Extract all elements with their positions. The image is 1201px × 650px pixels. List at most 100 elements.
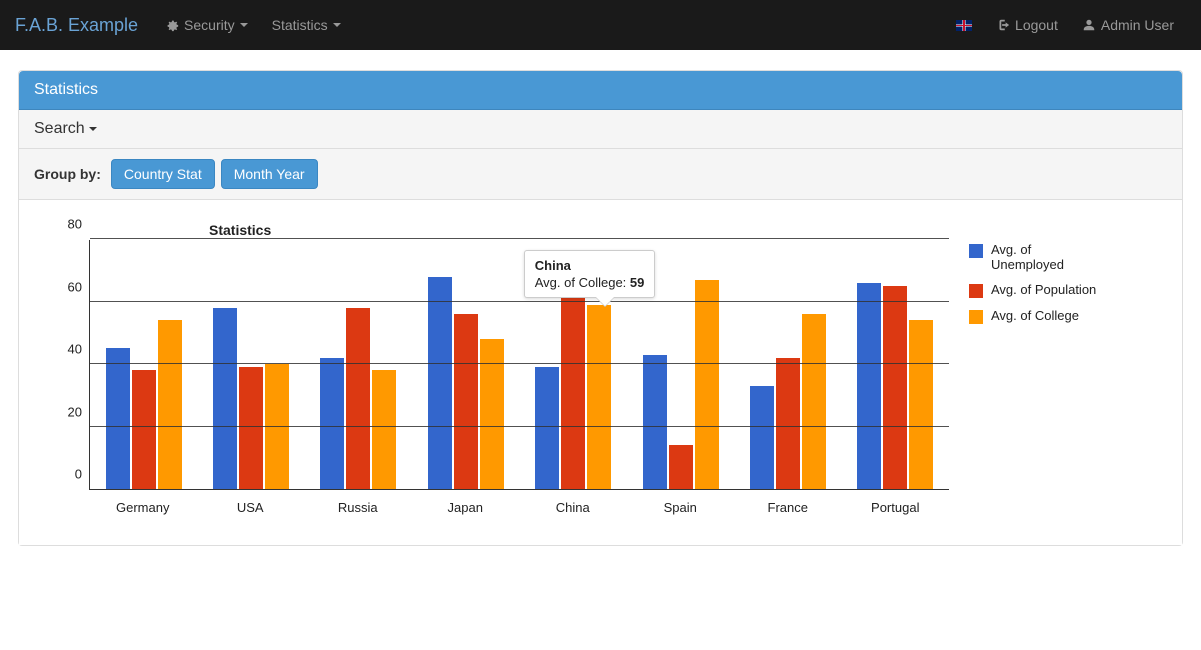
- chart-legend: Avg. of Unemployed Avg. of Population Avg.…: [969, 240, 1099, 334]
- chart-bar[interactable]: [480, 339, 504, 489]
- chart-bar[interactable]: [587, 305, 611, 489]
- legend-item[interactable]: Avg. of College: [969, 308, 1099, 324]
- tooltip-metric: Avg. of College:: [535, 275, 627, 290]
- chart-x-tick: Germany: [89, 490, 197, 515]
- search-label: Search: [34, 120, 85, 138]
- chart-bar[interactable]: [454, 314, 478, 489]
- chart-category: [305, 240, 412, 489]
- nav-logout-label: Logout: [1015, 17, 1058, 33]
- chart-category: [842, 240, 949, 489]
- navbar: F.A.B. Example Security Statistics Logou…: [0, 0, 1201, 50]
- chart-bar[interactable]: [643, 355, 667, 489]
- chart-bar[interactable]: [372, 370, 396, 489]
- chart-bar[interactable]: [857, 283, 881, 489]
- chart-bar[interactable]: [802, 314, 826, 489]
- chart-x-axis: GermanyUSARussiaJapanChinaSpainFrancePor…: [89, 490, 949, 515]
- chart-bar[interactable]: [265, 364, 289, 489]
- chart-x-tick: China: [519, 490, 627, 515]
- nav-left: Security Statistics: [153, 0, 353, 50]
- chart-gridline: [90, 363, 949, 364]
- brand-link[interactable]: F.A.B. Example: [15, 15, 153, 36]
- chart: Statistics 020406080 GermanyUSARussiaJap…: [49, 240, 1152, 515]
- legend-label: Avg. of Unemployed: [991, 242, 1099, 272]
- tooltip-line: Avg. of College: 59: [535, 275, 645, 290]
- chart-x-tick: Russia: [304, 490, 412, 515]
- gears-icon: [165, 18, 179, 32]
- chart-x-tick: Spain: [627, 490, 735, 515]
- nav-security[interactable]: Security: [153, 0, 260, 50]
- chart-title: Statistics: [209, 222, 271, 238]
- search-toggle[interactable]: Search: [19, 110, 1182, 149]
- legend-swatch: [969, 244, 983, 258]
- chart-bar[interactable]: [561, 292, 585, 489]
- chart-bar-group: [750, 314, 826, 489]
- chart-bar[interactable]: [239, 367, 263, 489]
- tooltip-value: 59: [630, 275, 644, 290]
- chart-category: [734, 240, 841, 489]
- groupby-label: Group by:: [34, 166, 101, 182]
- panel-heading: Statistics: [19, 71, 1182, 110]
- nav-statistics[interactable]: Statistics: [260, 0, 353, 50]
- logout-icon: [996, 18, 1010, 32]
- chart-bar-group: [320, 308, 396, 489]
- chart-bar-group: [643, 280, 719, 489]
- legend-swatch: [969, 310, 983, 324]
- chart-x-tick: Portugal: [842, 490, 950, 515]
- chart-x-tick: Japan: [412, 490, 520, 515]
- nav-right: Logout Admin User: [944, 0, 1186, 50]
- caret-icon: [333, 23, 341, 27]
- legend-label: Avg. of Population: [991, 282, 1096, 297]
- legend-swatch: [969, 284, 983, 298]
- chart-bar-group: [428, 277, 504, 490]
- chart-y-tick: 0: [56, 467, 90, 482]
- chart-gridline: [90, 301, 949, 302]
- chart-bar[interactable]: [428, 277, 452, 490]
- chart-tooltip: China Avg. of College: 59: [524, 250, 656, 298]
- chart-bar[interactable]: [909, 320, 933, 489]
- chart-bar-group: [106, 320, 182, 489]
- chart-category: [197, 240, 304, 489]
- chart-x-tick: USA: [197, 490, 305, 515]
- chart-bar[interactable]: [883, 286, 907, 489]
- nav-locale[interactable]: [944, 0, 984, 50]
- caret-icon: [89, 127, 97, 131]
- chart-category: [90, 240, 197, 489]
- tooltip-category: China: [535, 258, 645, 273]
- chart-bar[interactable]: [346, 308, 370, 489]
- chart-bar[interactable]: [669, 445, 693, 489]
- main-container: Statistics Search Group by: Country Stat…: [0, 50, 1201, 566]
- chart-area: 020406080 GermanyUSARussiaJapanChinaSpai…: [49, 240, 949, 515]
- chart-bar[interactable]: [535, 367, 559, 489]
- chart-categories: [90, 240, 949, 489]
- chart-category: [412, 240, 519, 489]
- chart-bar-group: [213, 308, 289, 489]
- nav-security-label: Security: [184, 17, 235, 33]
- chart-bar[interactable]: [106, 348, 130, 489]
- legend-item[interactable]: Avg. of Unemployed: [969, 242, 1099, 272]
- user-icon: [1082, 18, 1096, 32]
- chart-gridline: [90, 426, 949, 427]
- chart-y-tick: 20: [56, 404, 90, 419]
- statistics-panel: Statistics Search Group by: Country Stat…: [18, 70, 1183, 546]
- chart-bar[interactable]: [320, 358, 344, 489]
- chart-bar[interactable]: [158, 320, 182, 489]
- chart-x-tick: France: [734, 490, 842, 515]
- chart-y-tick: 80: [56, 217, 90, 232]
- nav-statistics-label: Statistics: [272, 17, 328, 33]
- legend-label: Avg. of College: [991, 308, 1079, 323]
- groupby-country-stat-button[interactable]: Country Stat: [111, 159, 215, 189]
- chart-bar[interactable]: [776, 358, 800, 489]
- chart-bar[interactable]: [750, 386, 774, 489]
- chart-bar[interactable]: [695, 280, 719, 489]
- chart-bar-group: [857, 283, 933, 489]
- groupby-month-year-button[interactable]: Month Year: [221, 159, 318, 189]
- chart-bar[interactable]: [213, 308, 237, 489]
- nav-user[interactable]: Admin User: [1070, 0, 1186, 50]
- chart-y-tick: 40: [56, 342, 90, 357]
- nav-logout[interactable]: Logout: [984, 0, 1070, 50]
- chart-bar[interactable]: [132, 370, 156, 489]
- panel-body: Statistics 0 20 40 60 80 GermanyUSARussiaJap…: [19, 200, 1182, 545]
- flag-uk-icon: [956, 20, 972, 31]
- legend-item[interactable]: Avg. of Population: [969, 282, 1099, 298]
- chart-y-tick: 60: [56, 279, 90, 294]
